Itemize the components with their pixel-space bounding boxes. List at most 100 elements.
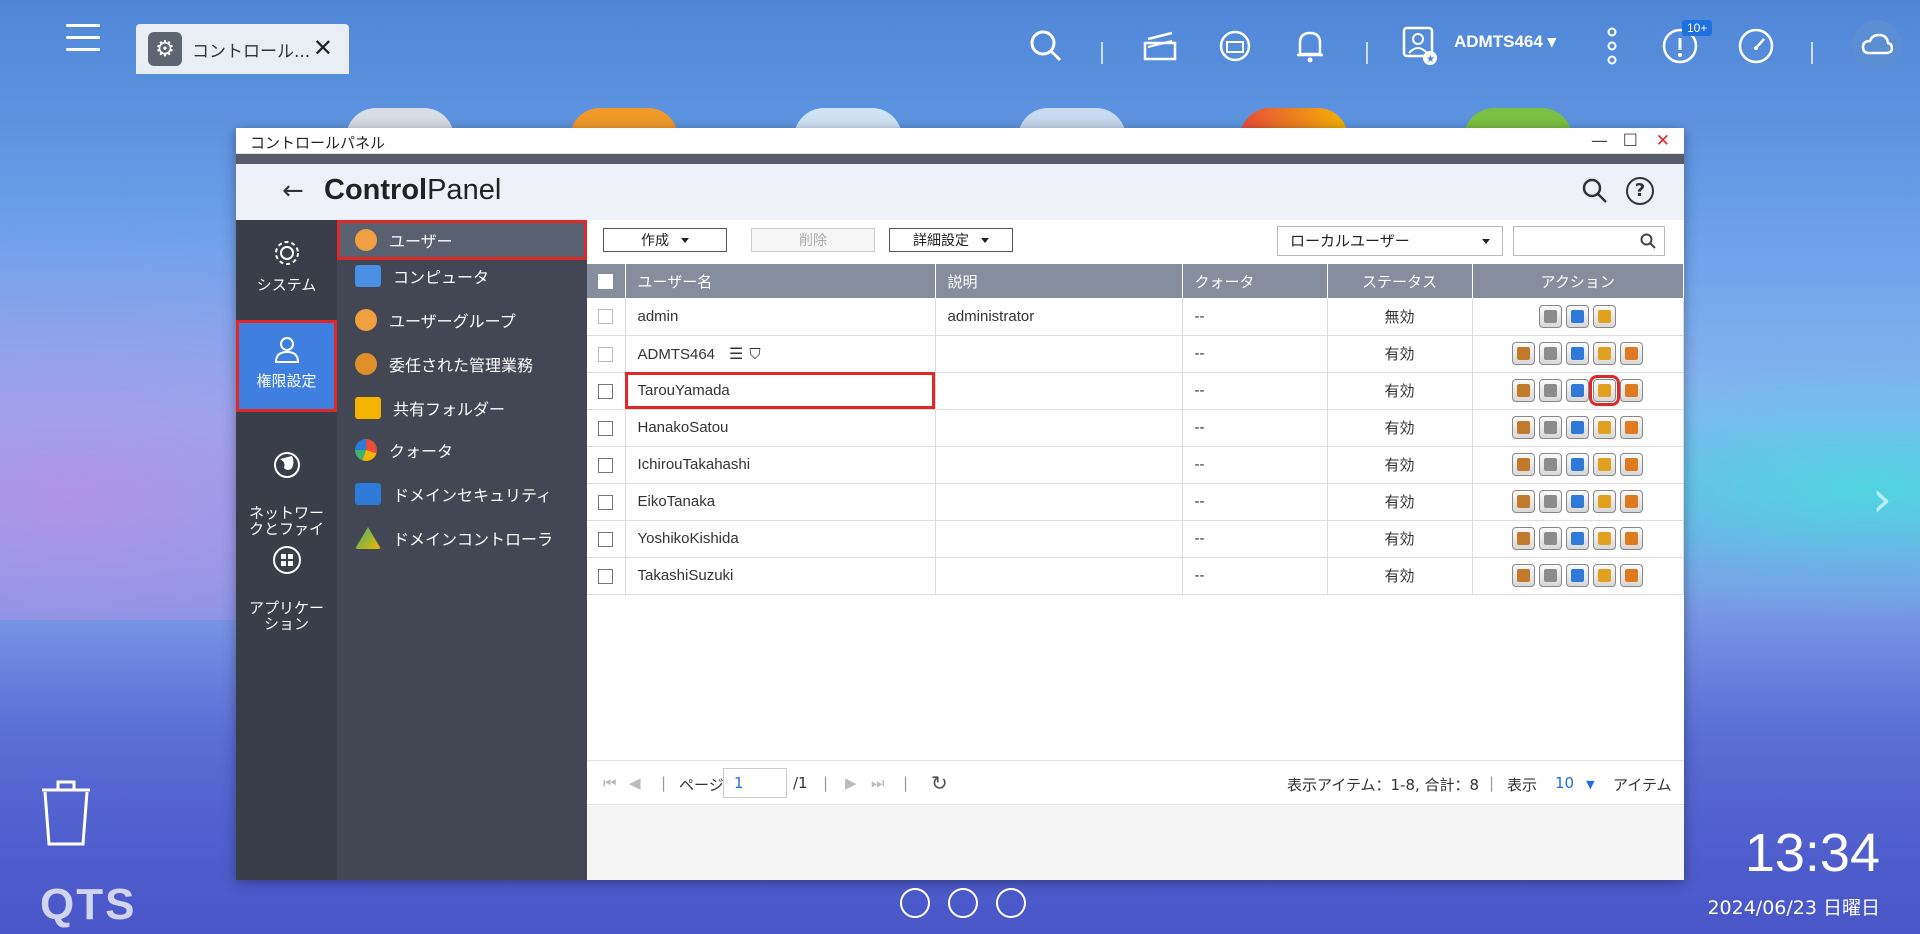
- cloud-icon[interactable]: [1852, 20, 1902, 70]
- app-privilege-icon[interactable]: [1620, 416, 1644, 439]
- dashboard-icon[interactable]: [1736, 26, 1776, 66]
- row-checkbox[interactable]: [598, 383, 614, 399]
- dock-icon[interactable]: [900, 888, 930, 918]
- access-rights-icon[interactable]: [1512, 453, 1536, 476]
- col-status[interactable]: ステータス: [1327, 264, 1473, 298]
- username-cell[interactable]: HanakoSatou: [625, 409, 936, 447]
- quota-settings-icon[interactable]: [1589, 375, 1621, 406]
- sidebar-item-users[interactable]: ユーザー: [337, 220, 587, 260]
- user-account-icon[interactable]: ★: [1400, 26, 1440, 66]
- row-checkbox[interactable]: [598, 494, 614, 510]
- row-checkbox[interactable]: [598, 568, 614, 584]
- quota-settings-icon[interactable]: [1593, 527, 1617, 550]
- username-cell[interactable]: TakashiSuzuki: [625, 557, 936, 595]
- app-privilege-icon[interactable]: [1620, 379, 1644, 402]
- dock-icon[interactable]: [996, 888, 1026, 918]
- edit-icon[interactable]: [1539, 304, 1563, 328]
- rail-item-network[interactable]: ネットワー クとファイ: [236, 430, 337, 537]
- search-icon[interactable]: [1582, 178, 1608, 208]
- username-cell[interactable]: YoshikoKishida: [625, 520, 936, 558]
- access-rights-icon[interactable]: [1512, 527, 1536, 550]
- app-privilege-icon[interactable]: [1620, 453, 1644, 476]
- user-group-icon[interactable]: [1566, 379, 1590, 402]
- delete-button[interactable]: 削除: [751, 228, 875, 252]
- user-group-icon[interactable]: [1566, 304, 1590, 328]
- tab-control-panel[interactable]: ⚙ コントロール... ✕: [136, 24, 349, 74]
- prev-page-icon[interactable]: ◀: [629, 774, 641, 792]
- access-rights-icon[interactable]: [1512, 490, 1536, 513]
- select-all-checkbox[interactable]: [598, 274, 614, 289]
- user-group-icon[interactable]: [1566, 564, 1590, 587]
- col-username[interactable]: ユーザー名: [625, 264, 936, 298]
- dock-icon[interactable]: [948, 888, 978, 918]
- edit-icon[interactable]: [1539, 416, 1563, 439]
- sidebar-item-computer[interactable]: コンピュータ: [337, 256, 587, 296]
- quota-settings-icon[interactable]: [1593, 453, 1617, 476]
- row-checkbox[interactable]: [598, 457, 614, 473]
- chevron-right-icon[interactable]: ›: [1872, 470, 1892, 528]
- edit-icon[interactable]: [1539, 379, 1563, 402]
- rail-item-applications[interactable]: アプリケー ション: [236, 525, 337, 632]
- sidebar-item-domain-security[interactable]: ドメインセキュリティ: [337, 474, 587, 514]
- search-input[interactable]: [1513, 226, 1665, 256]
- sync-icon[interactable]: [1215, 26, 1255, 66]
- edit-icon[interactable]: [1539, 490, 1563, 513]
- user-group-icon[interactable]: [1566, 416, 1590, 439]
- sidebar-item-quota[interactable]: クォータ: [337, 430, 587, 470]
- user-group-icon[interactable]: [1566, 453, 1590, 476]
- sidebar-item-shared-folders[interactable]: 共有フォルダー: [337, 388, 587, 428]
- app-privilege-icon[interactable]: [1620, 564, 1644, 587]
- table-row[interactable]: admin administrator -- 無効: [587, 298, 1684, 336]
- col-quota[interactable]: クォータ: [1182, 264, 1328, 298]
- table-row[interactable]: HanakoSatou -- 有効: [587, 409, 1684, 447]
- table-row[interactable]: TakashiSuzuki -- 有効: [587, 557, 1684, 595]
- advanced-settings-button[interactable]: 詳細設定: [889, 228, 1013, 252]
- edit-icon[interactable]: [1539, 527, 1563, 550]
- app-privilege-icon[interactable]: [1620, 490, 1644, 513]
- quota-settings-icon[interactable]: [1593, 304, 1617, 328]
- edit-icon[interactable]: [1539, 342, 1563, 365]
- table-row[interactable]: YoshikoKishida -- 有効: [587, 520, 1684, 558]
- sidebar-item-domain-controller[interactable]: ドメインコントローラ: [337, 518, 587, 558]
- edit-icon[interactable]: [1539, 564, 1563, 587]
- back-arrow-icon[interactable]: ←: [282, 176, 304, 206]
- bell-icon[interactable]: [1290, 26, 1330, 66]
- minimize-icon[interactable]: —: [1591, 131, 1608, 151]
- quota-settings-icon[interactable]: [1593, 416, 1617, 439]
- table-row[interactable]: ADMTS464 ☰ ⛉ -- 有効: [587, 335, 1684, 373]
- next-page-icon[interactable]: ▶: [845, 774, 857, 792]
- row-checkbox[interactable]: [598, 309, 614, 325]
- user-name[interactable]: ADMTS464 ▾: [1454, 32, 1556, 52]
- quota-settings-icon[interactable]: [1593, 490, 1617, 513]
- menu-icon[interactable]: [66, 24, 100, 58]
- search-icon[interactable]: [1026, 26, 1066, 66]
- access-rights-icon[interactable]: [1512, 416, 1536, 439]
- username-cell[interactable]: admin: [625, 298, 936, 336]
- maximize-icon[interactable]: ☐: [1623, 131, 1638, 151]
- quota-settings-icon[interactable]: [1593, 342, 1617, 365]
- username-cell[interactable]: TarouYamada: [625, 372, 936, 410]
- row-checkbox[interactable]: [598, 346, 614, 362]
- first-page-icon[interactable]: ⏮: [603, 774, 617, 792]
- row-checkbox[interactable]: [598, 420, 614, 436]
- col-description[interactable]: 説明: [935, 264, 1183, 298]
- rail-item-privilege[interactable]: 権限設定: [236, 320, 337, 412]
- edit-icon[interactable]: [1539, 453, 1563, 476]
- refresh-icon[interactable]: ↻: [931, 771, 948, 795]
- app-privilege-icon[interactable]: [1620, 342, 1644, 365]
- help-icon[interactable]: ?: [1626, 177, 1654, 205]
- rail-item-system[interactable]: システム: [236, 234, 337, 304]
- sidebar-item-delegated-admin[interactable]: 委任された管理業務: [337, 344, 587, 384]
- trash-icon[interactable]: [36, 776, 96, 848]
- access-rights-icon[interactable]: [1512, 342, 1536, 365]
- username-cell[interactable]: EikoTanaka: [625, 483, 936, 521]
- window-titlebar[interactable]: コントロールパネル — ☐ ✕: [236, 128, 1684, 154]
- user-group-icon[interactable]: [1566, 342, 1590, 365]
- access-rights-icon[interactable]: [1512, 564, 1536, 587]
- sidebar-item-user-groups[interactable]: ユーザーグループ: [337, 300, 587, 340]
- close-icon[interactable]: ✕: [1656, 131, 1670, 151]
- user-group-icon[interactable]: [1566, 527, 1590, 550]
- app-privilege-icon[interactable]: [1620, 527, 1644, 550]
- access-rights-icon[interactable]: [1512, 379, 1536, 402]
- per-page-select[interactable]: 10 ▼: [1555, 774, 1595, 792]
